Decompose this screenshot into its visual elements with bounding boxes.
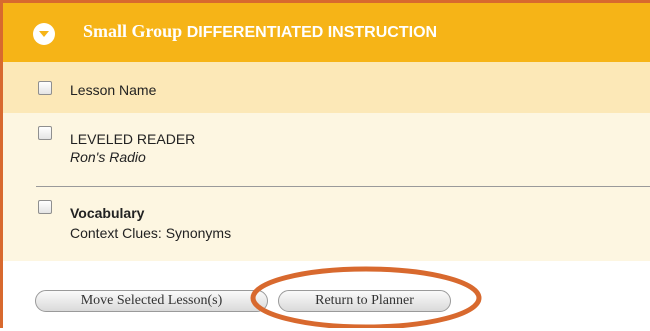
- annotation-circle: [250, 266, 482, 328]
- lesson-panel: Small Group DIFFERENTIATED INSTRUCTION L…: [0, 0, 650, 331]
